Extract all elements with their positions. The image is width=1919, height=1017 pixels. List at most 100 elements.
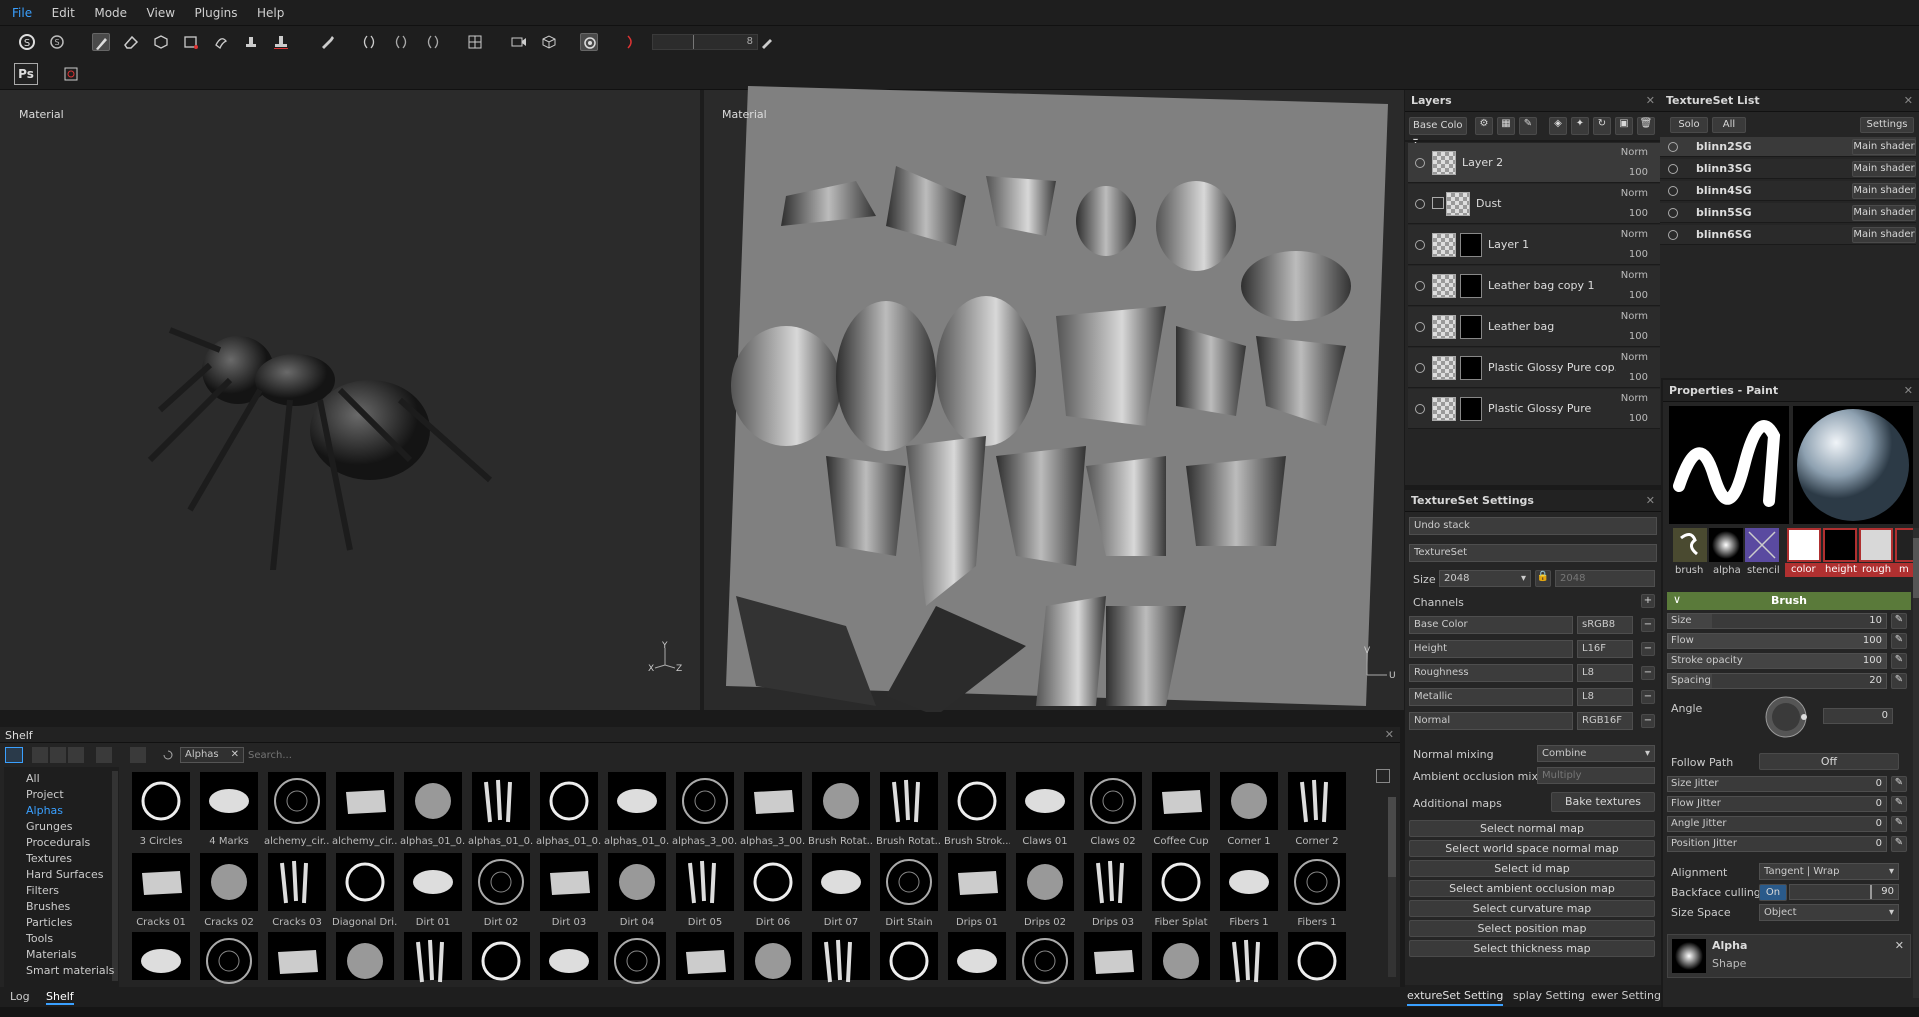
layer-blend-mode[interactable]: Norm (1621, 147, 1648, 158)
properties-scrollbar[interactable] (1913, 528, 1919, 998)
projection-icon[interactable] (152, 33, 170, 51)
substance-outline-icon[interactable]: S (48, 33, 66, 51)
shelf-category[interactable]: All (26, 772, 40, 785)
symmetry-y-icon[interactable] (424, 33, 442, 51)
visibility-eye-icon[interactable] (1415, 199, 1425, 209)
channel-name-field[interactable]: Roughness (1409, 664, 1573, 682)
remove-channel-icon[interactable]: − (1641, 714, 1655, 728)
visibility-eye-icon[interactable] (1668, 230, 1678, 240)
shelf-item[interactable]: Brush Strok... (944, 770, 1010, 852)
remove-channel-icon[interactable]: − (1641, 666, 1655, 680)
shelf-item[interactable] (536, 930, 600, 980)
layer-opacity[interactable]: 100 (1629, 413, 1648, 424)
add-layer-icon[interactable]: ✦ (1571, 117, 1589, 135)
textureset-row[interactable]: blinn3SG Main shader (1660, 159, 1916, 179)
channel-format-dropdown[interactable]: L8 (1577, 688, 1633, 706)
folder-icon[interactable] (5, 747, 23, 763)
filter-icon[interactable] (130, 747, 146, 763)
visibility-eye-icon[interactable] (1415, 240, 1425, 250)
spacing-slider[interactable]: Spacing 20 (1667, 673, 1887, 689)
visibility-eye-icon[interactable] (1415, 322, 1425, 332)
channel-dropdown[interactable]: Base Colo ▾ (1409, 117, 1467, 147)
menu-mode[interactable]: Mode (86, 0, 135, 26)
clone-stamp-icon[interactable] (242, 33, 260, 51)
pen-pressure-icon[interactable]: ✎ (1891, 653, 1907, 669)
remove-filter-icon[interactable]: ✕ (231, 748, 239, 762)
cube-icon[interactable] (540, 33, 558, 51)
close-icon[interactable]: ✕ (1646, 490, 1655, 512)
category-scrollbar[interactable] (112, 771, 118, 981)
select-map-button[interactable]: Select id map (1409, 860, 1655, 877)
shelf-item[interactable]: Claws 01 (1012, 770, 1076, 852)
textureset-field[interactable]: TextureSet (1409, 544, 1657, 562)
visibility-eye-icon[interactable] (1668, 186, 1678, 196)
ao-mixing-dropdown[interactable]: Multiply (1537, 767, 1655, 784)
size-space-dropdown[interactable]: Object ▾ (1759, 904, 1899, 921)
tab-viewer-settings[interactable]: ewer Setting (1591, 989, 1661, 1002)
shelf-category[interactable]: Brushes (26, 900, 70, 913)
channel-name-field[interactable]: Base Color (1409, 616, 1573, 634)
shader-dropdown[interactable]: Main shader (1852, 161, 1916, 177)
shader-dropdown[interactable]: Main shader (1852, 183, 1916, 199)
visibility-eye-icon[interactable] (1668, 142, 1678, 152)
channel-name-field[interactable]: Height (1409, 640, 1573, 658)
shelf-item[interactable]: Drips 01 (944, 851, 1008, 933)
shelf-item[interactable]: Corner 2 (1284, 770, 1348, 852)
channel-format-dropdown[interactable]: L16F (1577, 640, 1633, 658)
all-button[interactable]: All (1712, 117, 1746, 133)
layer-blend-mode[interactable]: Norm (1621, 229, 1648, 240)
shelf-category[interactable]: Project (26, 788, 64, 801)
shelf-item[interactable] (196, 930, 260, 984)
layer-blend-mode[interactable]: Norm (1621, 352, 1648, 363)
paint-brush-icon[interactable] (92, 33, 110, 51)
tab-shelf[interactable]: Shelf (46, 990, 74, 1005)
shelf-item[interactable] (740, 930, 804, 980)
tab-textureset-settings[interactable]: extureSet Setting (1407, 989, 1504, 1006)
shelf-scrollbar[interactable] (1388, 797, 1396, 977)
shelf-category[interactable]: Smart materials (26, 964, 114, 977)
shelf-item[interactable]: alchemy_cir... (332, 770, 398, 852)
layer-opacity[interactable]: 100 (1629, 331, 1648, 342)
photoshop-export-icon[interactable]: Ps (14, 63, 38, 85)
shelf-item[interactable]: Dirt 04 (604, 851, 668, 933)
shelf-item[interactable]: 3 Circles (128, 770, 192, 852)
export-icon[interactable] (62, 65, 80, 83)
pen-pressure-icon[interactable]: ✎ (1891, 816, 1907, 832)
solo-button[interactable]: Solo (1670, 117, 1708, 133)
layer-mask-thumbnail[interactable] (1460, 356, 1482, 380)
shelf-item[interactable] (808, 930, 872, 983)
shelf-item[interactable]: Dirt 01 (400, 851, 464, 933)
channel-format-dropdown[interactable]: RGB16F (1577, 712, 1633, 730)
brush-toggle-icon[interactable] (622, 33, 640, 51)
brush-size-slider[interactable]: 8 (652, 34, 758, 50)
close-icon[interactable]: ✕ (1904, 380, 1913, 402)
alpha-slot[interactable]: Alpha Shape ✕ (1667, 934, 1911, 978)
backface-slider[interactable]: 90 (1789, 884, 1899, 900)
shelf-item[interactable] (876, 930, 940, 981)
select-map-button[interactable]: Select ambient occlusion map (1409, 880, 1655, 897)
select-map-button[interactable]: Select position map (1409, 920, 1655, 937)
shelf-item[interactable] (604, 930, 668, 984)
shelf-item[interactable]: Brush Rotat... (876, 770, 942, 852)
shelf-category[interactable]: Alphas (26, 804, 63, 817)
remove-alpha-icon[interactable]: ✕ (1895, 939, 1904, 952)
stencil-thumb-icon[interactable] (1745, 528, 1779, 562)
size-height-field[interactable]: 2048 (1555, 570, 1655, 587)
shelf-item[interactable]: Brush Rotat... (808, 770, 874, 852)
layer-opacity[interactable]: 100 (1629, 208, 1648, 219)
shelf-item[interactable]: alphas_3_00... (672, 770, 738, 852)
layer-mask-thumbnail[interactable] (1460, 233, 1482, 257)
shelf-item[interactable]: Coffee Cup (1148, 770, 1212, 852)
menu-help[interactable]: Help (249, 0, 292, 26)
close-icon[interactable]: ✕ (1385, 728, 1394, 741)
shelf-category[interactable]: Textures (26, 852, 72, 865)
bake-textures-button[interactable]: Bake textures (1551, 792, 1655, 812)
shelf-item[interactable] (264, 930, 328, 980)
menu-view[interactable]: View (139, 0, 183, 26)
layer-row[interactable]: Layer 2 Norm 100 (1408, 143, 1660, 183)
shelf-item[interactable] (944, 930, 1008, 980)
uv-stamp-icon[interactable] (272, 33, 290, 51)
layer-row[interactable]: Plastic Glossy Pure Norm 100 (1408, 389, 1660, 429)
shelf-item[interactable]: Dirt 03 (536, 851, 600, 933)
shelf-item[interactable]: Fiber Splat (1148, 851, 1212, 933)
